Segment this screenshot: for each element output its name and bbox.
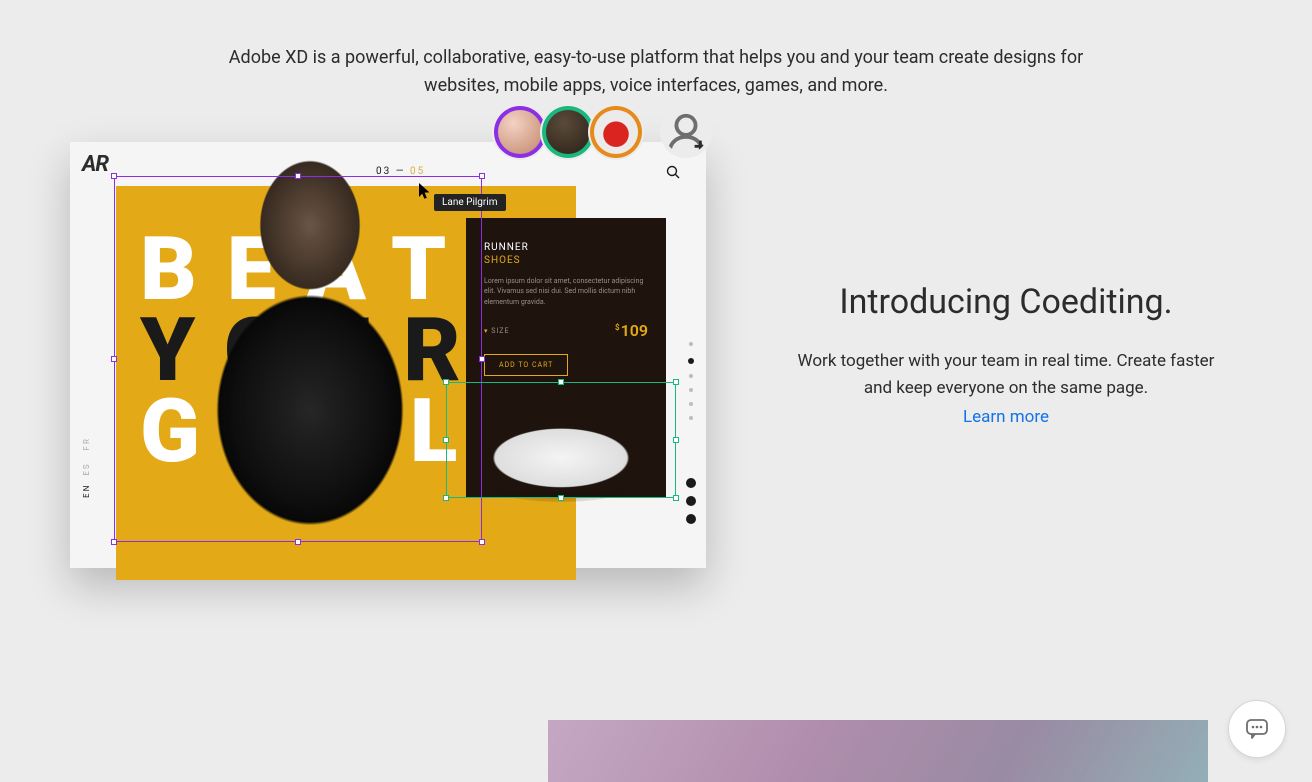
instagram-icon[interactable] <box>686 478 696 488</box>
product-kicker: RUNNER <box>484 242 648 253</box>
language-switcher[interactable]: EN ES FR <box>82 437 91 498</box>
product-price: $109 <box>615 321 648 340</box>
product-kicker-accent: SHOES <box>484 255 648 266</box>
brand-logo: AR <box>82 152 108 177</box>
learn-more-link[interactable]: Learn more <box>963 407 1049 427</box>
coediting-heading: Introducing Coediting. <box>790 282 1222 322</box>
hero-row: AR 03 — 05 BEAT YOUR GOAL RUNNER SHOES L… <box>0 142 1312 568</box>
page-dots <box>688 342 694 420</box>
chat-button[interactable] <box>1228 700 1286 758</box>
add-user-icon <box>664 110 708 154</box>
page-dot[interactable] <box>689 416 693 420</box>
collaborator-avatar[interactable] <box>590 106 642 158</box>
facebook-icon[interactable] <box>686 496 696 506</box>
page-dot[interactable] <box>689 374 693 378</box>
design-mock-wrapper: AR 03 — 05 BEAT YOUR GOAL RUNNER SHOES L… <box>70 142 710 568</box>
page-dot[interactable] <box>689 402 693 406</box>
remote-cursor-name-tag: Lane Pilgrim <box>434 194 506 211</box>
page-dot[interactable] <box>688 358 694 364</box>
intro-paragraph: Adobe XD is a powerful, collaborative, e… <box>196 44 1116 100</box>
collaborator-avatars <box>498 106 712 158</box>
twitter-icon[interactable] <box>686 514 696 524</box>
hero-person-image <box>200 158 420 578</box>
remote-cursor-icon <box>418 182 432 204</box>
social-icons <box>686 478 696 524</box>
coediting-copy: Introducing Coediting. Work together wit… <box>710 282 1242 427</box>
add-collaborator-button[interactable] <box>660 106 712 158</box>
collaborator-avatar[interactable] <box>494 106 546 158</box>
design-canvas: AR 03 — 05 BEAT YOUR GOAL RUNNER SHOES L… <box>70 142 706 568</box>
chat-icon <box>1244 716 1270 742</box>
page-dot[interactable] <box>689 388 693 392</box>
next-section-image-peek <box>548 720 1208 782</box>
collaborator-avatar[interactable] <box>542 106 594 158</box>
search-icon[interactable] <box>666 164 680 183</box>
size-selector[interactable]: SIZE <box>484 327 509 335</box>
product-image <box>446 386 676 502</box>
add-to-cart-button[interactable]: ADD TO CART <box>484 354 568 376</box>
coediting-body: Work together with your team in real tim… <box>790 348 1222 401</box>
product-description: Lorem ipsum dolor sit amet, consectetur … <box>484 276 648 308</box>
